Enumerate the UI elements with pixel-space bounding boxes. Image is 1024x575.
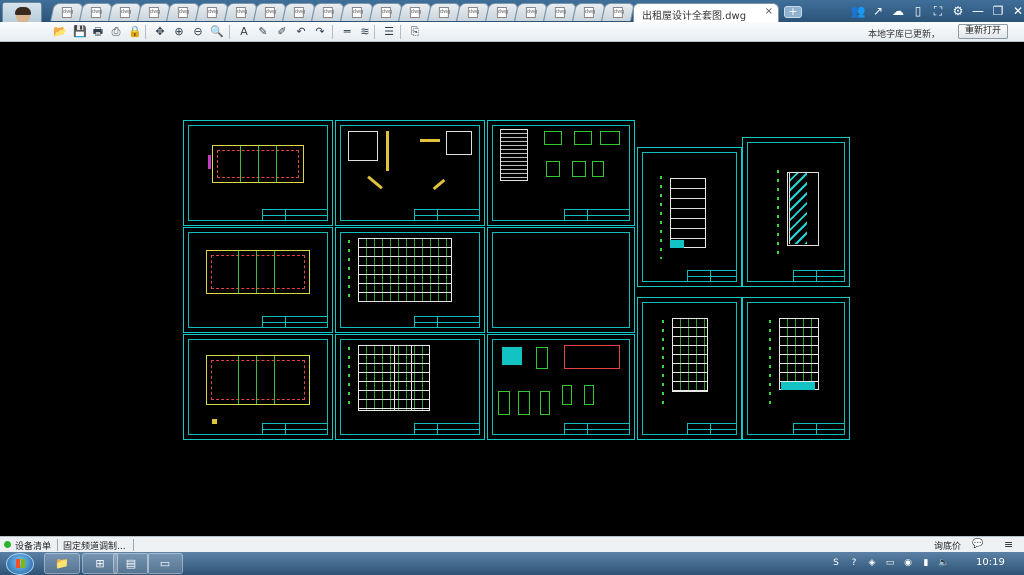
dwg-file-icon: dwg xyxy=(409,7,421,18)
ask-price-link[interactable]: 询底价 xyxy=(934,539,961,552)
dimension-icon[interactable]: ≋ xyxy=(357,24,373,40)
fixed-channel-link[interactable]: 固定频道调制... xyxy=(63,539,126,552)
drawing-sheet-empty[interactable] xyxy=(487,227,635,333)
dwg-file-icon: dwg xyxy=(525,7,537,18)
save-icon[interactable]: 💾 xyxy=(72,24,88,40)
stack-task-icon[interactable]: ▤ xyxy=(113,553,149,574)
file-tab[interactable]: dwg xyxy=(601,3,635,21)
zoom-out-icon[interactable]: ⊖ xyxy=(190,24,206,40)
close-icon[interactable]: ✕ xyxy=(1010,3,1024,19)
network-icon[interactable]: ▮ xyxy=(919,556,933,570)
redo-icon[interactable]: ↷ xyxy=(312,24,328,40)
help-icon[interactable]: ? xyxy=(847,556,861,570)
close-tab-icon[interactable]: × xyxy=(765,6,773,17)
drawing-sheet-side-elevation-1[interactable] xyxy=(637,147,742,287)
phone-icon[interactable]: ▯ xyxy=(910,3,926,19)
zoom-in-icon[interactable]: ⊕ xyxy=(171,24,187,40)
dwg-file-icon: dwg xyxy=(206,7,218,18)
open-icon[interactable]: 📂 xyxy=(52,24,68,40)
status-bar: 设备清单 固定频道调制... 询底价 💬 ≡ xyxy=(0,536,1024,552)
dwg-file-icon: dwg xyxy=(177,7,189,18)
drawing-sheet-side-elevation-3[interactable] xyxy=(742,297,850,440)
drawing-sheet-floor-plan-2[interactable] xyxy=(183,227,333,333)
tray-app-icon[interactable]: ◉ xyxy=(901,556,915,570)
export-icon[interactable]: ⎘ xyxy=(407,24,423,40)
dwg-file-icon: dwg xyxy=(61,7,73,18)
pdf-icon[interactable]: ⎙ xyxy=(108,24,124,40)
toolbar-separator xyxy=(332,25,333,39)
cloud-icon[interactable]: ☁ xyxy=(890,3,906,19)
tab-active-drawing[interactable]: 出租屋设计全套图.dwg × xyxy=(633,3,779,22)
explorer-task-icon[interactable]: 📁 xyxy=(44,553,80,574)
toolbar-separator xyxy=(400,25,401,39)
start-button[interactable] xyxy=(6,553,34,575)
new-tab-button[interactable]: + xyxy=(784,6,802,18)
online-indicator xyxy=(4,541,11,548)
shield-icon[interactable]: ◈ xyxy=(865,556,879,570)
dwg-file-icon: dwg xyxy=(583,7,595,18)
restore-icon[interactable]: ❐ xyxy=(990,3,1006,19)
dwg-file-icon: dwg xyxy=(351,7,363,18)
dwg-file-icon: dwg xyxy=(322,7,334,18)
undo-icon[interactable]: ↶ xyxy=(293,24,309,40)
drawing-sheet-front-elevation-2[interactable] xyxy=(335,334,485,440)
dwg-file-icon: dwg xyxy=(554,7,566,18)
dwg-file-icon: dwg xyxy=(380,7,392,18)
menu-icon[interactable]: ≡ xyxy=(1004,538,1013,551)
toolbar-separator xyxy=(374,25,375,39)
pan-icon[interactable]: ✥ xyxy=(152,24,168,40)
clock: 10:19 xyxy=(976,557,1005,568)
volume-icon[interactable]: 🔈 xyxy=(937,556,951,570)
dwg-file-icon: dwg xyxy=(148,7,160,18)
dwg-file-icon: dwg xyxy=(264,7,276,18)
dwg-file-icon: dwg xyxy=(496,7,508,18)
dwg-file-icon: dwg xyxy=(235,7,247,18)
device-list-link[interactable]: 设备清单 xyxy=(15,539,51,552)
drawing-sheet-schedule-windows[interactable] xyxy=(487,120,635,226)
zoom-window-icon[interactable]: 🔍 xyxy=(209,24,225,40)
file-tab-bar: dwg dwg dwg dwg dwg dwg dwg dwg dwg dwg dwg dwg dwg d… xyxy=(0,0,1024,22)
share-icon[interactable]: ↗ xyxy=(870,3,886,19)
dwg-file-icon: dwg xyxy=(467,7,479,18)
users-icon[interactable]: 👥 xyxy=(850,3,866,19)
toolbar-separator xyxy=(145,25,146,39)
dwg-file-icon: dwg xyxy=(293,7,305,18)
text-icon[interactable]: A xyxy=(236,24,252,40)
taskbar: 📁 ⊞ ▤ ▭ S? ◈ ▭ ◉ ▮ 🔈 10:19 xyxy=(0,552,1024,575)
drawing-canvas[interactable] xyxy=(0,43,1024,536)
sogou-icon[interactable]: S xyxy=(829,556,843,570)
pencil-icon[interactable]: ✎ xyxy=(255,24,271,40)
main-toolbar: 📂 💾 🖶 ⎙ 🔒 ✥ ⊕ ⊖ 🔍 A ✎ ✐ ↶ ↷ ═ ≋ ☰ ⎘ 本地字库已更新， 重新打开 xyxy=(0,22,1024,42)
print-icon[interactable]: 🖶 xyxy=(90,24,106,40)
drawing-sheet-details-2[interactable] xyxy=(487,334,635,440)
drawing-sheet-details-1[interactable] xyxy=(335,120,485,226)
minimize-icon[interactable]: — xyxy=(970,3,986,19)
lock-icon[interactable]: 🔒 xyxy=(127,24,143,40)
dwg-file-icon: dwg xyxy=(438,7,450,18)
fullscreen-icon[interactable]: ⛶ xyxy=(930,3,946,19)
display-icon[interactable]: ▭ xyxy=(883,556,897,570)
chat-icon[interactable]: 💬 xyxy=(970,538,986,551)
measure-icon[interactable]: ═ xyxy=(339,24,355,40)
active-tab-title: 出租屋设计全套图.dwg xyxy=(642,11,747,22)
drawing-sheet-section-1[interactable] xyxy=(742,137,850,287)
drawing-viewer-task-icon[interactable]: ▭ xyxy=(147,553,183,574)
reopen-button[interactable]: 重新打开 xyxy=(958,24,1008,39)
dwg-file-icon: dwg xyxy=(612,7,624,18)
font-update-notice: 本地字库已更新， xyxy=(868,30,941,40)
layers-icon[interactable]: ☰ xyxy=(381,24,397,40)
dwg-file-icon: dwg xyxy=(119,7,131,18)
drawing-sheet-floor-plan-3[interactable] xyxy=(183,334,333,440)
toolbar-separator xyxy=(229,25,230,39)
highlighter-icon[interactable]: ✐ xyxy=(274,24,290,40)
drawing-sheet-side-elevation-2[interactable] xyxy=(637,297,742,440)
dwg-file-icon: dwg xyxy=(90,7,102,18)
drawing-sheet-front-elevation-1[interactable] xyxy=(335,227,485,333)
settings-icon[interactable]: ⚙ xyxy=(950,3,966,19)
drawing-sheet-floor-plan-1[interactable] xyxy=(183,120,333,226)
